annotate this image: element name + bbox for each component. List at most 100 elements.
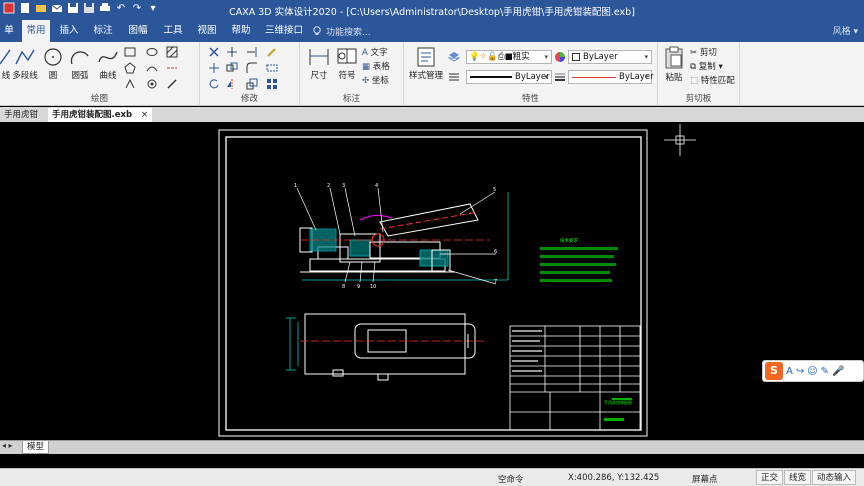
center-line-icon[interactable] [166,62,178,74]
rotate-icon[interactable] [208,78,220,90]
ribbon-tab-bar: 单 常用 插入 标注 图幅 工具 视图 帮助 三维接口 功能搜索... 风格 ▾ [0,20,864,42]
linewidth-dropdown[interactable]: ByLayer ▾ [568,70,654,84]
symbol-button[interactable]: 符号 [336,46,358,81]
balloon-7: 7 [494,279,497,285]
style-manage-icon [417,47,435,67]
scale-icon[interactable] [246,78,258,90]
color-dropdown[interactable]: ByLayer ▾ [568,50,652,64]
circle-button[interactable]: 圆 [42,46,64,81]
fillet-icon[interactable] [246,62,258,74]
layer-icon[interactable] [448,51,460,63]
polygon-icon[interactable] [124,62,136,74]
title-block-text: 手用虎钳装配图 [512,330,632,421]
balloon-10: 10 [370,284,376,290]
brush-icon[interactable] [266,46,278,58]
clipboard-group: 粘贴 ✂ 剪切 ⧉ 复制 ▾ ⬚ 特性匹配 剪切板 [658,42,740,106]
paste-icon [665,46,683,69]
annotate-group: 尺寸 符号 A 文字 ▦ 表格 ✣ 坐标 标注 [300,42,404,106]
polyline-icon [15,49,35,65]
stretch-icon[interactable] [266,62,278,74]
function-search[interactable]: 功能搜索... [312,24,371,38]
array-icon[interactable] [266,78,278,90]
lock-icon: 🔓 [487,52,498,62]
match-properties-icon: ⬚ [690,76,699,86]
point-icon[interactable] [146,78,158,90]
lightbulb-icon [313,26,321,35]
ime-mode-icon[interactable]: A [786,366,793,377]
coordinate-button[interactable]: ✣ 坐标 [362,74,389,86]
tab-scroll-arrows[interactable]: ◂ ▸ [2,441,13,450]
arc-icon [70,51,89,65]
crosshair-cursor [664,124,696,156]
tab-sheet[interactable]: 图幅 [124,20,152,42]
symbol-icon [337,48,357,64]
linewidth-toggle[interactable]: 线宽 [784,470,812,485]
style-menu[interactable]: 风格 ▾ [833,24,858,37]
match-properties-button[interactable]: ⬚ 特性匹配 [690,74,735,86]
ime-voice-icon[interactable]: 🎤 [832,366,844,377]
offset-icon[interactable] [124,78,136,90]
tab-3d-interface[interactable]: 三维接口 [262,20,306,42]
doc-tab-assembly[interactable]: 手用虎钳装配图.exb × [48,108,153,122]
ime-emoji-icon[interactable]: ☺ [807,366,817,377]
dimension-button[interactable]: 尺寸 [306,46,332,81]
linetype-preview [470,76,512,78]
polyline-button[interactable]: 多段线 [12,46,38,81]
close-tab-icon[interactable]: × [141,110,148,120]
copy-button[interactable]: ⧉ 复制 ▾ [690,60,723,72]
tab-help[interactable]: 帮助 [228,20,254,42]
modify-group: 修改 [200,42,300,106]
tab-insert[interactable]: 插入 [56,20,82,42]
line-button[interactable]: 线 [0,46,12,81]
chevron-down-icon: ▾ [544,73,548,81]
style-manage-button[interactable]: 样式管理 [408,46,444,81]
drawing-canvas[interactable]: 1 2 3 4 5 6 7 8 9 10 技术要求 手用虎钳装配图 [0,122,864,440]
copy-draw-icon[interactable] [226,62,238,74]
window-title: CAXA 3D 实体设计2020 - [C:\Users\Administrat… [229,7,635,18]
printer-layer-icon: ⎙ [497,52,505,62]
table-button[interactable]: ▦ 表格 [362,60,390,72]
paste-button[interactable]: 粘贴 [662,46,686,83]
ime-toolbar[interactable]: S A ↪ ☺ ✎ 🎤 [762,360,864,382]
tab-menu[interactable]: 单 [0,20,18,42]
line-icon [0,49,11,65]
text-icon: A [362,48,368,58]
layer-dropdown[interactable]: 💡☼🔓⎙■粗实 ▾ [466,50,552,64]
tab-annotate[interactable]: 标注 [90,20,116,42]
move-icon[interactable] [208,62,220,74]
ime-handwrite-icon[interactable]: ✎ [821,366,829,377]
ellipse-icon[interactable] [146,46,158,58]
spline-icon[interactable] [146,62,158,74]
arc-button[interactable]: 圆弧 [68,46,92,81]
balloon-4: 4 [375,183,378,189]
delete-icon[interactable] [208,46,220,58]
balloon-8: 8 [342,284,345,290]
doc-tab-part[interactable]: 手用虎钳 [0,108,42,122]
rectangle-icon[interactable] [124,46,136,58]
title-bar: ↶ ↷ ▾ CAXA 3D 实体设计2020 - [C:\Users\Admin… [0,0,864,20]
tab-common[interactable]: 常用 [22,20,50,42]
balloon-9: 9 [357,284,360,290]
mirror-icon[interactable] [226,78,238,90]
snap-mode[interactable]: 屏幕点 [692,473,718,485]
tab-view[interactable]: 视图 [194,20,220,42]
curve-button[interactable]: 曲线 [96,46,120,81]
text-button[interactable]: A 文字 [362,46,388,58]
pen-icon[interactable] [166,78,178,90]
linetype-dropdown[interactable]: ByLayer ▾ [466,70,552,84]
annotate-group-label: 标注 [342,94,360,104]
extend-icon[interactable] [246,46,258,58]
tab-model[interactable]: 模型 [22,441,50,454]
trim-icon[interactable] [226,46,238,58]
color-wheel-icon [555,52,565,62]
tab-tools[interactable]: 工具 [160,20,186,42]
ortho-toggle[interactable]: 正交 [756,470,784,485]
cut-button[interactable]: ✂ 剪切 [690,46,717,58]
ime-punct-icon[interactable]: ↪ [796,366,804,377]
balloon-3: 3 [342,183,345,189]
clipboard-group-label: 剪切板 [685,94,712,104]
dynamic-input-toggle[interactable]: 动态输入 [812,470,857,485]
hatch-icon[interactable] [166,46,178,58]
sheet-outer-frame [218,129,648,437]
curve-icon [98,51,118,63]
